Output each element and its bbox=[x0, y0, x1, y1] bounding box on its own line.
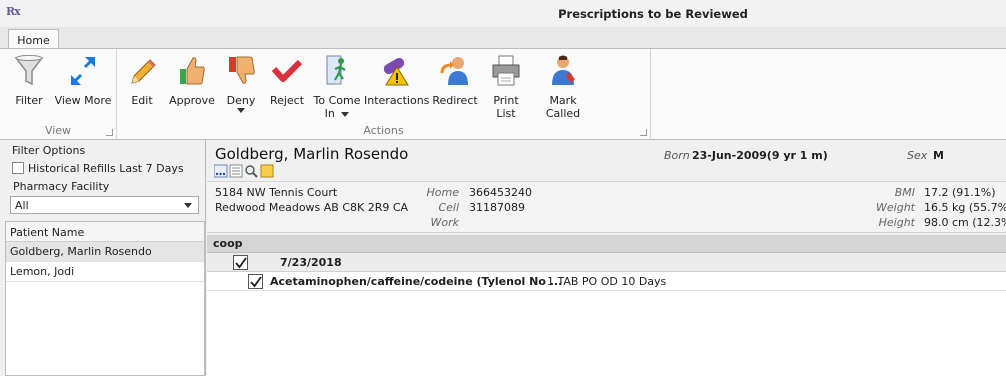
ribbon-tab-strip: Home bbox=[0, 27, 1006, 50]
patient-info-block: 5184 NW Tennis Court Redwood Meadows AB … bbox=[207, 181, 1006, 233]
thumbs-down-icon bbox=[229, 56, 255, 84]
view-group-label: View bbox=[44, 124, 72, 137]
actions-group-launcher-icon[interactable] bbox=[640, 129, 647, 136]
born-value: 23-Jun-2009(9 yr 1 m) bbox=[692, 149, 828, 162]
reject-button-label: Reject bbox=[269, 94, 305, 107]
notes-list-icon[interactable] bbox=[229, 164, 243, 178]
home-phone-label: Home bbox=[426, 186, 459, 199]
actions-group-label: Actions bbox=[363, 124, 404, 137]
ribbon-group-actions: Edit Approve Deny Reject To Come In Inte… bbox=[117, 49, 651, 140]
prescription-row[interactable]: Acetaminophen/caffeine/codeine (Tylenol … bbox=[207, 272, 1006, 291]
date-group-label: 7/23/2018 bbox=[280, 256, 342, 269]
sex-value: M bbox=[933, 149, 944, 162]
redirect-button[interactable]: Redirect bbox=[431, 53, 479, 107]
pharmacy-facility-value: All bbox=[15, 199, 29, 212]
to-come-in-button[interactable]: To Come In bbox=[313, 53, 361, 120]
printer-icon bbox=[492, 55, 520, 86]
filter-button[interactable]: Filter bbox=[8, 53, 50, 107]
bmi-value: 17.2 (91.1%) bbox=[924, 186, 996, 199]
born-label: Born bbox=[664, 149, 690, 162]
height-value: 98.0 cm (12.3%) bbox=[924, 216, 1006, 229]
to-come-in-dropdown-icon bbox=[341, 112, 350, 117]
work-phone-label: Work bbox=[430, 216, 460, 229]
cell-phone-value: 31187089 bbox=[469, 201, 525, 214]
funnel-icon bbox=[14, 55, 44, 86]
patient-row[interactable]: Lemon, Jodi bbox=[6, 262, 204, 282]
sticky-note-icon[interactable] bbox=[260, 164, 274, 178]
reject-button[interactable]: Reject bbox=[267, 53, 307, 107]
height-label: Height bbox=[878, 216, 915, 229]
deny-button[interactable]: Deny bbox=[221, 53, 261, 113]
view-group-launcher-icon[interactable] bbox=[106, 129, 113, 136]
mark-called-button-label: Mark Called bbox=[545, 94, 581, 120]
magnifier-search-icon[interactable] bbox=[245, 165, 258, 178]
title-bar: Rx Prescriptions to be Reviewed bbox=[0, 0, 1006, 27]
edit-button[interactable]: Edit bbox=[123, 53, 161, 107]
patient-name-column-header[interactable]: Patient Name bbox=[6, 222, 204, 242]
pharmacy-facility-select[interactable]: All bbox=[10, 196, 199, 214]
patient-toolbar bbox=[213, 164, 278, 178]
deny-dropdown-icon bbox=[237, 108, 245, 113]
pharmacy-facility-label: Pharmacy Facility bbox=[13, 180, 110, 193]
redirect-button-label: Redirect bbox=[432, 94, 478, 107]
historical-refills-label: Historical Refills Last 7 Days bbox=[28, 162, 184, 175]
approve-button-label: Approve bbox=[169, 94, 215, 107]
home-phone-value: 366453240 bbox=[469, 186, 532, 199]
prescription-list: coop 7/23/2018 Acetaminophen/caffeine/co… bbox=[207, 235, 1006, 376]
date-group-row[interactable]: 7/23/2018 bbox=[207, 253, 1006, 272]
redirect-person-icon bbox=[440, 57, 468, 85]
left-filter-panel: Filter Options Historical Refills Last 7… bbox=[0, 140, 206, 376]
weight-label: Weight bbox=[876, 201, 915, 214]
walking-person-door-icon bbox=[326, 55, 346, 85]
thumbs-up-icon bbox=[180, 57, 205, 85]
view-more-button-label: View More bbox=[54, 94, 112, 107]
filter-button-label: Filter bbox=[15, 94, 43, 107]
checkmark-icon bbox=[235, 257, 247, 269]
prescription-drug-name: Acetaminophen/caffeine/codeine (Tylenol … bbox=[270, 275, 563, 288]
approve-button[interactable]: Approve bbox=[167, 53, 217, 107]
patient-name-heading: Goldberg, Marlin Rosendo bbox=[215, 145, 409, 163]
date-group-checkbox[interactable] bbox=[233, 255, 248, 270]
chevron-down-icon bbox=[184, 203, 192, 208]
mark-called-button[interactable]: Mark Called bbox=[532, 53, 594, 120]
ribbon-group-view: Filter View More View bbox=[0, 49, 117, 140]
print-list-button[interactable]: Print List bbox=[486, 53, 526, 120]
address-line-1: 5184 NW Tennis Court bbox=[215, 186, 338, 199]
filter-options-title: Filter Options bbox=[12, 144, 86, 157]
address-line-2: Redwood Meadows AB C8K 2R9 CA bbox=[215, 201, 409, 214]
tab-home[interactable]: Home bbox=[8, 29, 59, 50]
view-more-button[interactable]: View More bbox=[54, 53, 112, 107]
prescription-checkbox[interactable] bbox=[248, 274, 263, 289]
pharmacy-group-header[interactable]: coop bbox=[207, 235, 1006, 253]
deny-button-label: Deny bbox=[226, 94, 256, 107]
edit-button-label: Edit bbox=[131, 94, 153, 107]
bmi-label: BMI bbox=[894, 186, 915, 199]
historical-refills-checkbox[interactable] bbox=[12, 162, 24, 174]
prescription-sig: 1 TAB PO OD 10 Days bbox=[547, 275, 667, 288]
print-list-label: Print bbox=[493, 94, 519, 107]
window-title: Prescriptions to be Reviewed bbox=[558, 7, 748, 21]
interactions-button-label: Interactions bbox=[364, 94, 430, 107]
pill-warning-icon bbox=[383, 58, 409, 86]
to-come-in-label-line2: In bbox=[324, 107, 335, 120]
ribbon: Filter View More View Edit Approve Deny … bbox=[0, 48, 1006, 140]
to-come-in-label: To Come bbox=[313, 94, 361, 107]
patient-detail-panel: Goldberg, Marlin Rosendo Born 23-Jun-200… bbox=[207, 140, 1006, 376]
person-phone-icon bbox=[552, 55, 575, 85]
patient-row[interactable]: Goldberg, Marlin Rosendo bbox=[6, 242, 204, 262]
more-options-icon[interactable] bbox=[213, 164, 228, 178]
cell-phone-label: Cell bbox=[438, 201, 459, 214]
checkmark-icon bbox=[250, 276, 262, 288]
weight-value: 16.5 kg (55.7%) bbox=[924, 201, 1006, 214]
patient-list: Patient Name Goldberg, Marlin Rosendo Le… bbox=[5, 221, 205, 376]
pencil-icon bbox=[131, 59, 156, 84]
print-list-label-line2: List bbox=[496, 107, 516, 120]
interactions-button[interactable]: Interactions bbox=[364, 53, 430, 107]
sex-label: Sex bbox=[907, 149, 928, 162]
expand-arrows-icon bbox=[71, 57, 95, 85]
reject-check-icon bbox=[271, 59, 303, 82]
